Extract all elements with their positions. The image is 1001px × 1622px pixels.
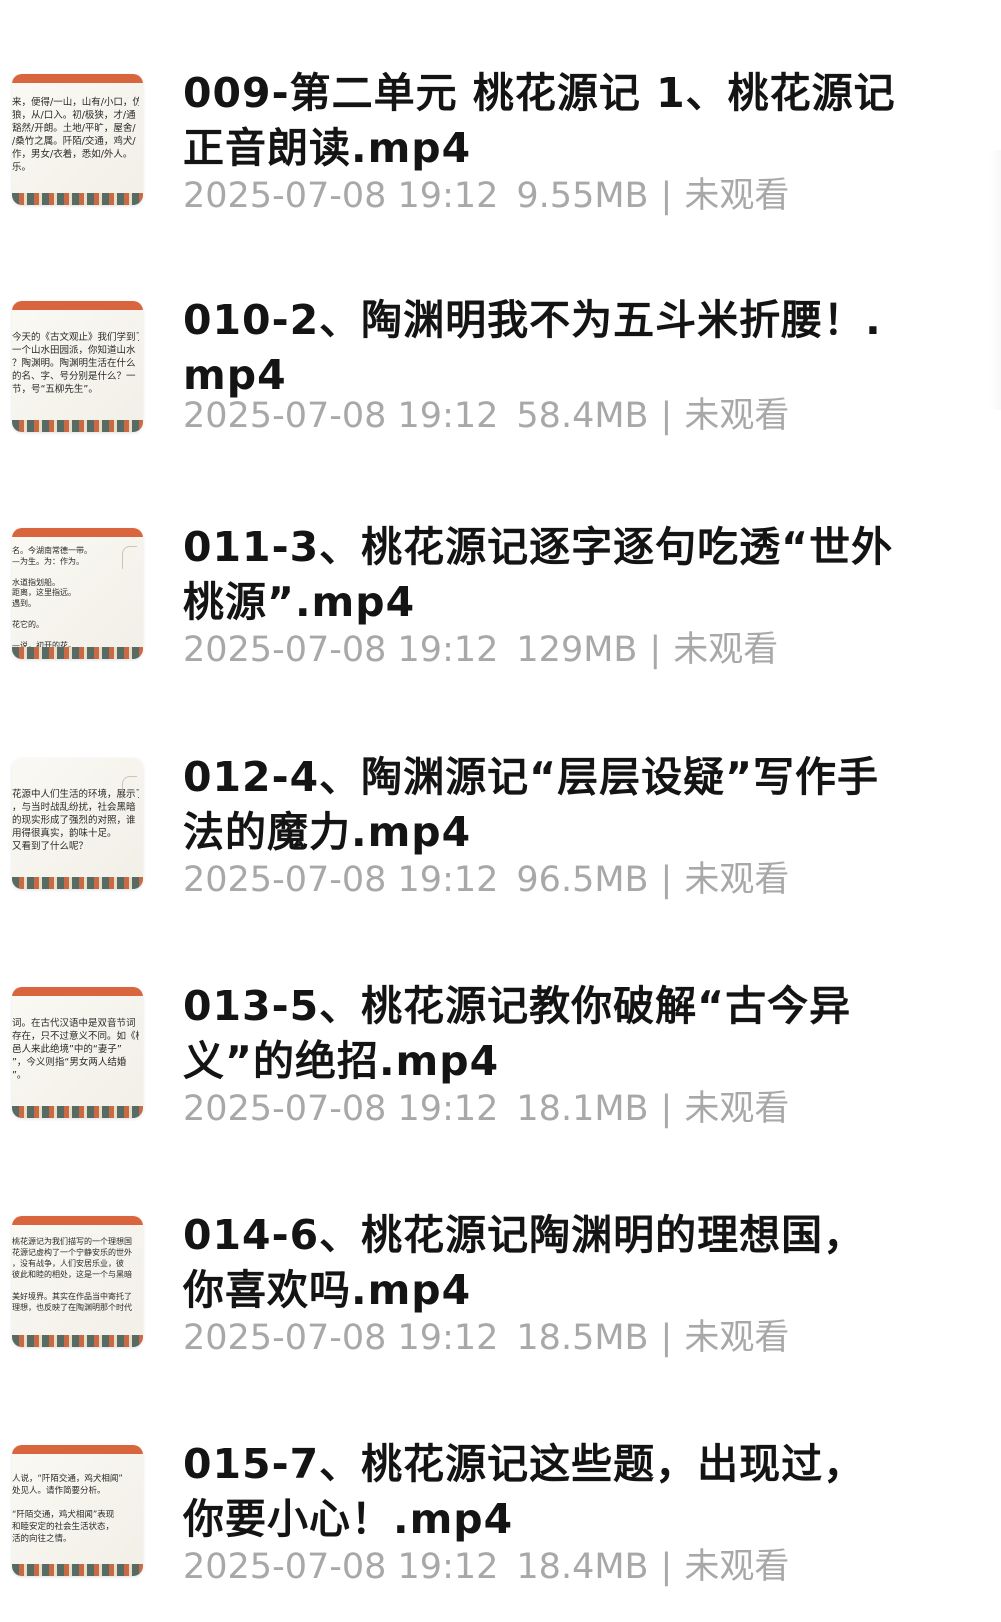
file-size: 18.4MB	[516, 1547, 649, 1587]
thumbnail-top-band	[12, 74, 143, 83]
file-title: 012-4、陶渊源记“层层设疑”写作手法的魔力.mp4	[183, 753, 880, 856]
file-date: 2025-07-08 19:12	[183, 860, 499, 900]
video-thumbnail: 人说，“阡陌交通，鸡犬相闻” 处见人。请作简要分析。 “阡陌交通，鸡犬相闻”表现…	[12, 1445, 143, 1576]
watch-status: 未观看	[684, 176, 790, 216]
video-thumbnail: 花源中人们生活的环境，展示了 ，与当时战乱纷扰，社会黑暗 的现实形成了强烈的对照…	[12, 758, 143, 889]
file-title: 009-第二单元 桃花源记 1、桃花源记正音朗读.mp4	[183, 69, 896, 172]
thumbnail-text: 桃花源记为我们描写的一个理想国 花源记虚构了一个宁静安乐的世外 ，没有战争，人们…	[12, 1237, 132, 1312]
thumbnail-bottom-band	[12, 877, 143, 889]
watch-status: 未观看	[684, 1089, 790, 1129]
file-date: 2025-07-08 19:12	[183, 1547, 499, 1587]
file-item[interactable]: 来，便得/一山，山有/小口，仿 狼，从/口入。初/极狭，才/通 豁然/开朗。土地…	[0, 66, 1001, 296]
file-item[interactable]: 今天的《古文观止》我们学到了 一个山水田园派，你知道山水 ？陶渊明。陶渊明生活在…	[0, 293, 1001, 523]
watch-status: 未观看	[684, 396, 790, 436]
meta-separator: |	[660, 1089, 673, 1129]
thumbnail-top-band	[12, 987, 143, 996]
thumbnail-bottom-band	[12, 1564, 143, 1576]
thumbnail-bottom-band	[12, 647, 143, 659]
meta-separator: |	[660, 860, 673, 900]
file-title: 014-6、桃花源记陶渊明的理想国，你喜欢吗.mp4	[183, 1211, 866, 1314]
meta-separator: |	[649, 630, 662, 670]
meta-separator: |	[660, 1547, 673, 1587]
file-meta: 2025-07-08 19:12 9.55MB | 未观看	[183, 174, 789, 218]
branch-decoration	[122, 546, 137, 569]
file-meta: 2025-07-08 19:12 58.4MB | 未观看	[183, 394, 789, 438]
thumbnail-text: 来，便得/一山，山有/小口，仿 狼，从/口入。初/极狭，才/通 豁然/开朗。土地…	[12, 97, 139, 173]
video-thumbnail: 桃花源记为我们描写的一个理想国 花源记虚构了一个宁静安乐的世外 ，没有战争，人们…	[12, 1216, 143, 1347]
file-size: 18.1MB	[516, 1089, 649, 1129]
thumbnail-text: 词。在古代汉语中是双音节词 存在，只不过意义不同。如《桃 邑人来此绝境”中的“妻…	[12, 1018, 139, 1081]
file-meta: 2025-07-08 19:12 129MB | 未观看	[183, 628, 778, 672]
thumbnail-bottom-band	[12, 420, 143, 432]
file-date: 2025-07-08 19:12	[183, 176, 499, 216]
thumbnail-text: 人说，“阡陌交通，鸡犬相闻” 处见人。请作简要分析。 “阡陌交通，鸡犬相闻”表现…	[12, 1474, 123, 1544]
file-size: 58.4MB	[516, 396, 649, 436]
file-title: 010-2、陶渊明我不为五斗米折腰！.mp4	[183, 296, 882, 399]
thumbnail-top-band	[12, 528, 143, 537]
watch-status: 未观看	[684, 860, 790, 900]
meta-separator: |	[660, 176, 673, 216]
watch-status: 未观看	[684, 1547, 790, 1587]
file-date: 2025-07-08 19:12	[183, 1318, 499, 1358]
file-item[interactable]: 名。今湖南常德一带。 —为生。为：作为。 水道指划船。 距离，这里指远。 遇到。…	[0, 520, 1001, 750]
file-item[interactable]: 桃花源记为我们描写的一个理想国 花源记虚构了一个宁静安乐的世外 ，没有战争，人们…	[0, 1208, 1001, 1438]
thumbnail-bottom-band	[12, 1335, 143, 1347]
video-thumbnail: 今天的《古文观止》我们学到了 一个山水田园派，你知道山水 ？陶渊明。陶渊明生活在…	[12, 301, 143, 432]
file-date: 2025-07-08 19:12	[183, 1089, 499, 1129]
file-meta: 2025-07-08 19:12 18.5MB | 未观看	[183, 1316, 789, 1360]
thumbnail-top-band	[12, 1445, 143, 1454]
file-item[interactable]: 人说，“阡陌交通，鸡犬相闻” 处见人。请作简要分析。 “阡陌交通，鸡犬相闻”表现…	[0, 1437, 1001, 1622]
file-date: 2025-07-08 19:12	[183, 396, 499, 436]
watch-status: 未观看	[673, 630, 779, 670]
meta-separator: |	[660, 1318, 673, 1358]
thumbnail-bottom-band	[12, 1106, 143, 1118]
file-item[interactable]: 花源中人们生活的环境，展示了 ，与当时战乱纷扰，社会黑暗 的现实形成了强烈的对照…	[0, 750, 1001, 980]
meta-separator: |	[660, 396, 673, 436]
watch-status: 未观看	[684, 1318, 790, 1358]
thumbnail-bottom-band	[12, 193, 143, 205]
thumbnail-text: 名。今湖南常德一带。 —为生。为：作为。 水道指划船。 距离，这里指远。 遇到。…	[12, 546, 92, 650]
file-meta: 2025-07-08 19:12 18.1MB | 未观看	[183, 1087, 789, 1131]
file-date: 2025-07-08 19:12	[183, 630, 499, 670]
video-thumbnail: 来，便得/一山，山有/小口，仿 狼，从/口入。初/极狭，才/通 豁然/开朗。土地…	[12, 74, 143, 205]
file-title: 015-7、桃花源记这些题，出现过，你要小心！.mp4	[183, 1440, 866, 1543]
video-thumbnail: 名。今湖南常德一带。 —为生。为：作为。 水道指划船。 距离，这里指远。 遇到。…	[12, 528, 143, 659]
file-size: 9.55MB	[516, 176, 649, 216]
file-item[interactable]: 词。在古代汉语中是双音节词 存在，只不过意义不同。如《桃 邑人来此绝境”中的“妻…	[0, 979, 1001, 1209]
file-size: 96.5MB	[516, 860, 649, 900]
thumbnail-top-band	[12, 301, 143, 310]
thumbnail-top-band	[12, 1216, 143, 1225]
file-size: 129MB	[516, 630, 638, 670]
file-title: 011-3、桃花源记逐字逐句吃透“世外桃源”.mp4	[183, 523, 894, 626]
thumbnail-text: 花源中人们生活的环境，展示了 ，与当时战乱纷扰，社会黑暗 的现实形成了强烈的对照…	[12, 789, 139, 852]
scroll-edge-shadow	[989, 150, 1001, 410]
branch-decoration	[122, 776, 137, 799]
file-list: 来，便得/一山，山有/小口，仿 狼，从/口入。初/极狭，才/通 豁然/开朗。土地…	[0, 0, 1001, 1622]
file-meta: 2025-07-08 19:12 96.5MB | 未观看	[183, 858, 789, 902]
file-meta: 2025-07-08 19:12 18.4MB | 未观看	[183, 1545, 789, 1589]
file-title: 013-5、桃花源记教你破解“古今异义”的绝招.mp4	[183, 982, 852, 1085]
video-thumbnail: 词。在古代汉语中是双音节词 存在，只不过意义不同。如《桃 邑人来此绝境”中的“妻…	[12, 987, 143, 1118]
file-size: 18.5MB	[516, 1318, 649, 1358]
thumbnail-text: 今天的《古文观止》我们学到了 一个山水田园派，你知道山水 ？陶渊明。陶渊明生活在…	[12, 332, 139, 395]
